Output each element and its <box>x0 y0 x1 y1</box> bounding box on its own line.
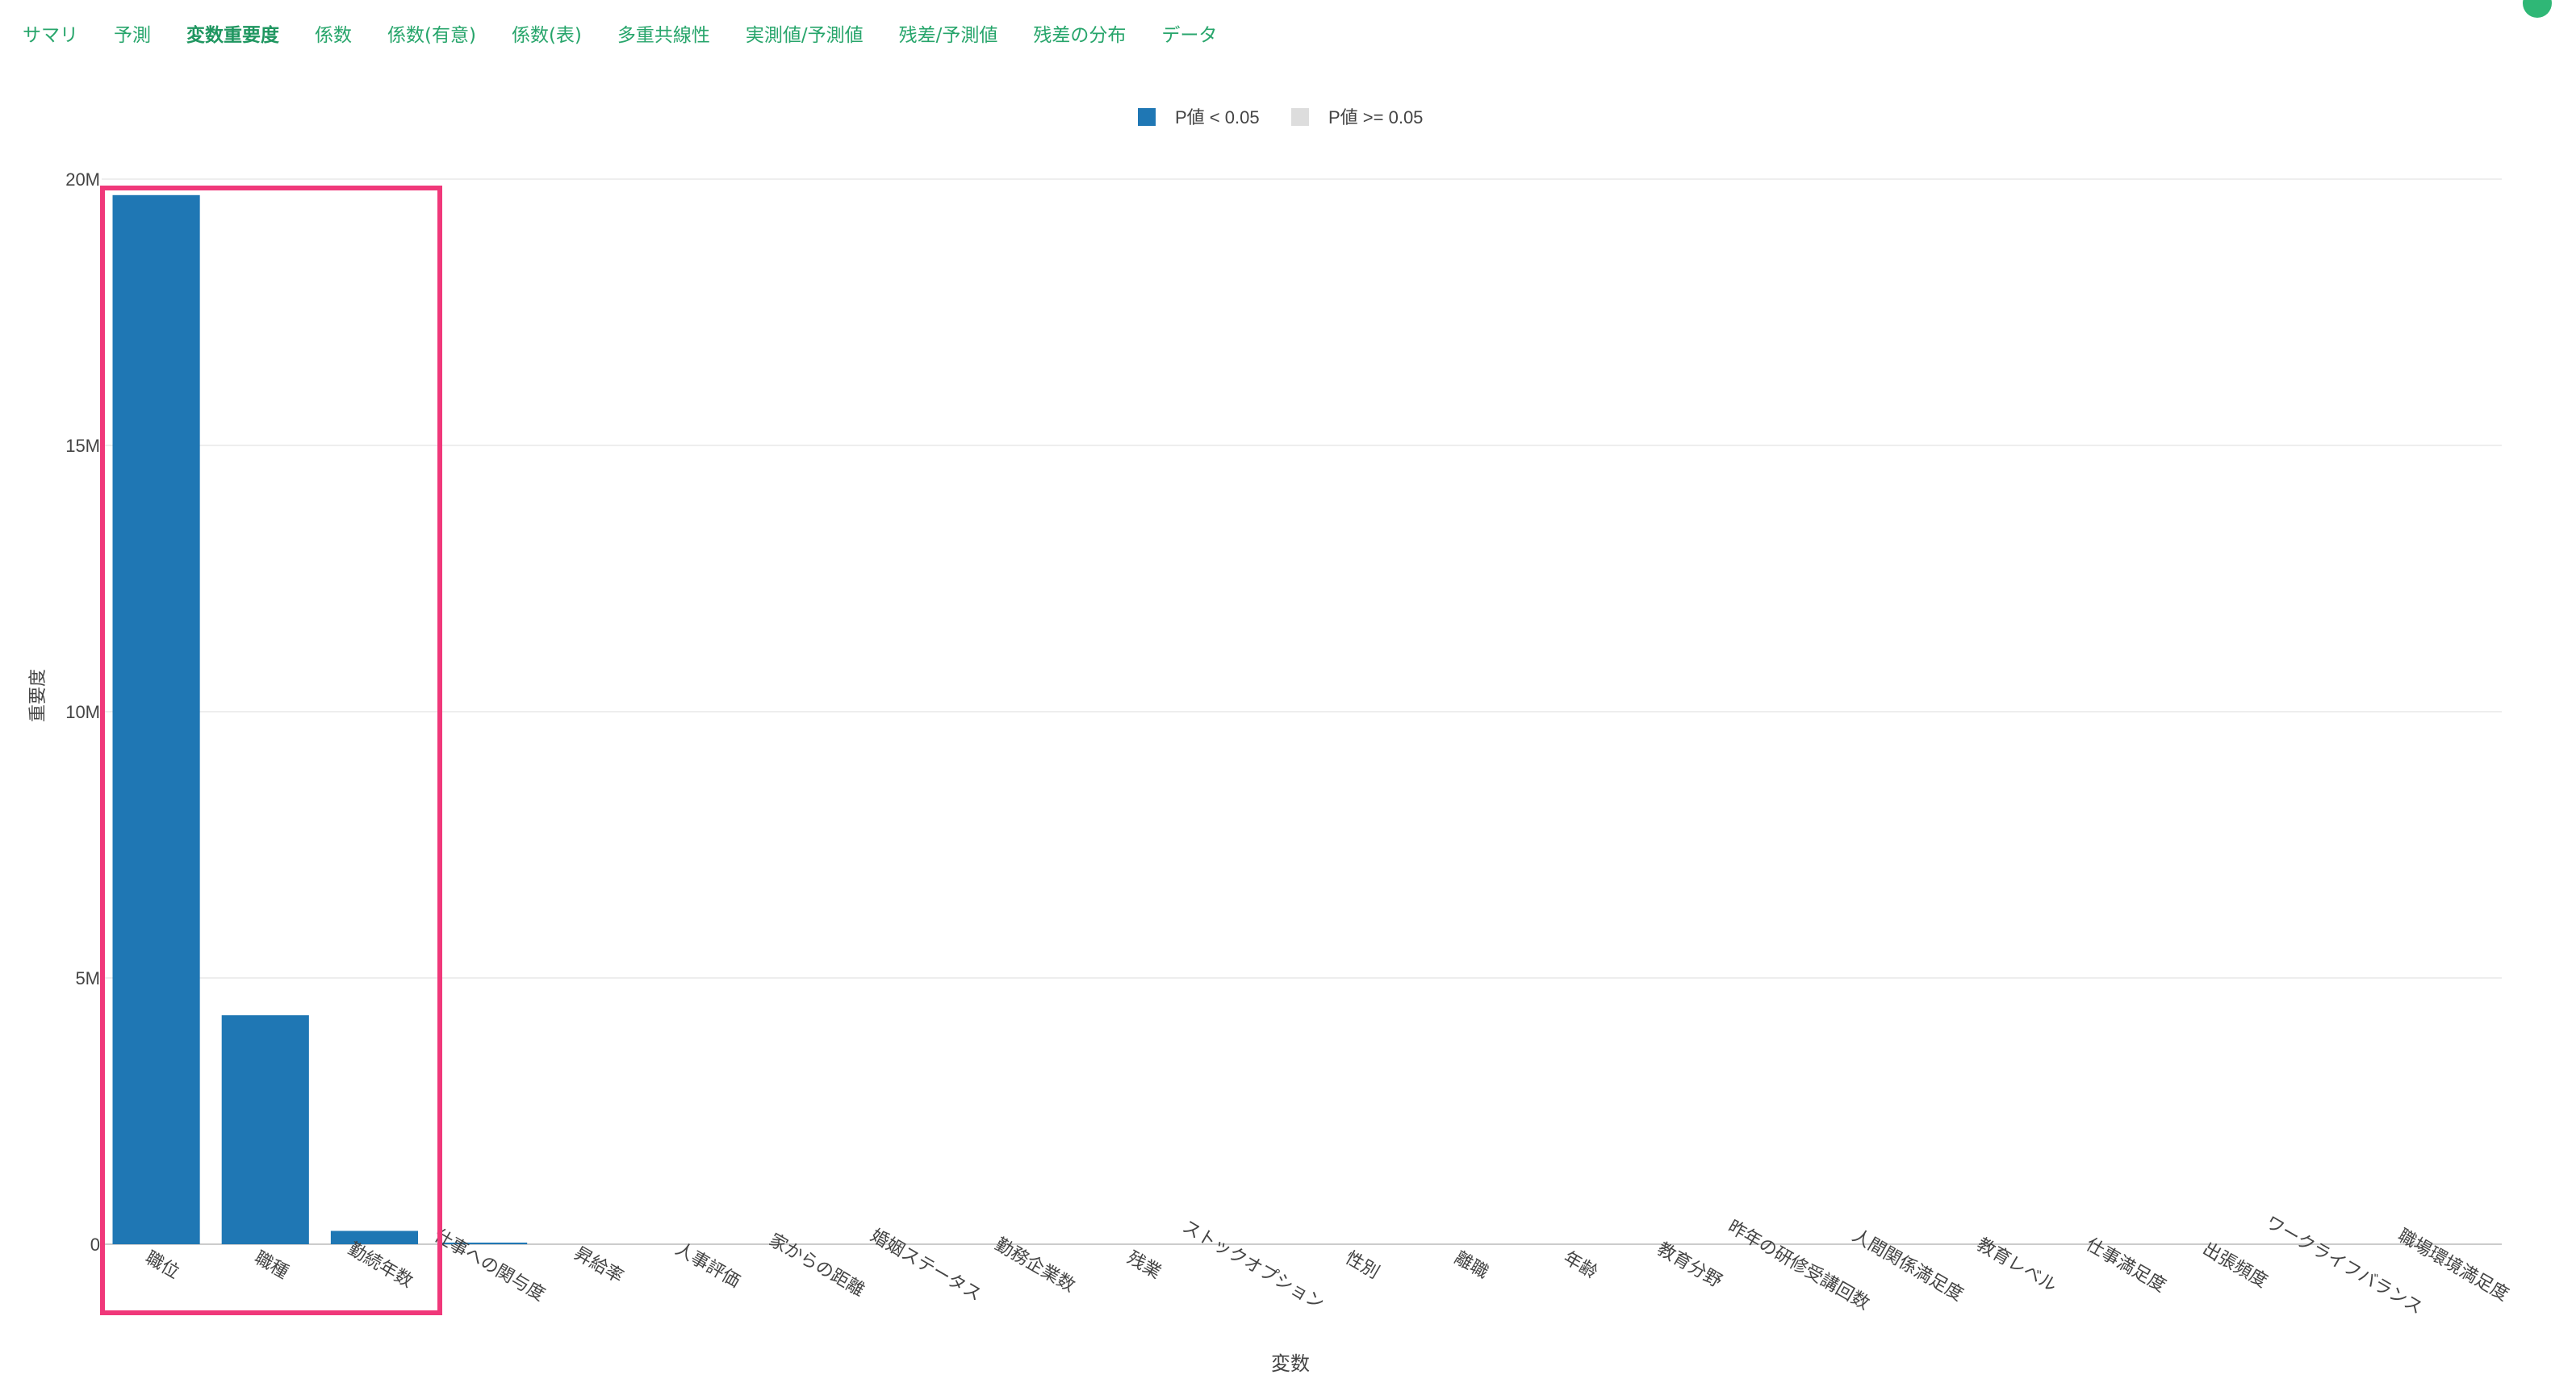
y-tick-label: 15M <box>65 436 100 456</box>
y-tick-label: 10M <box>65 702 100 722</box>
x-tick-label: ストックオプション <box>1179 1216 1328 1314</box>
x-tick-label: 仕事への関与度 <box>431 1225 549 1305</box>
y-tick-label: 20M <box>65 169 100 190</box>
bar-0 <box>112 194 200 1244</box>
x-tick-label: 教育レベル <box>1974 1234 2061 1296</box>
y-tick-label: 0 <box>90 1235 100 1255</box>
x-tick-label: 職種 <box>251 1247 292 1283</box>
x-axis-title: 変数 <box>1271 1353 1310 1375</box>
legend-swatch-0 <box>1138 108 1156 126</box>
x-tick-label: 家からの距離 <box>766 1230 868 1301</box>
y-tick-label: 5M <box>75 968 100 988</box>
x-tick-label: 性別 <box>1342 1247 1383 1283</box>
x-tick-label: 人事評価 <box>672 1239 744 1292</box>
y-axis-title: 重要度 <box>27 669 48 722</box>
x-tick-label: 婚姻ステータス <box>868 1225 985 1305</box>
x-tick-label: 昇給率 <box>571 1243 627 1287</box>
x-tick-label: 年齢 <box>1560 1247 1601 1283</box>
importance-bar-chart: 0 5M 10M 15M 20M 職位 職種 勤続年数 仕事への関与度 昇給率 人事評価 家からの距離… <box>27 107 2512 1375</box>
x-tick-label: 勤務企業数 <box>992 1234 1079 1296</box>
x-tick-label: 離職 <box>1451 1247 1492 1283</box>
x-tick-label: 昨年の研修受講回数 <box>1725 1216 1873 1314</box>
x-tick-label: 教育分野 <box>1654 1239 1726 1292</box>
legend-label-0: P値 < 0.05 <box>1175 107 1260 127</box>
legend-label-1: P値 >= 0.05 <box>1328 107 1423 127</box>
x-tick-label: 仕事満足度 <box>2083 1234 2170 1296</box>
x-tick-label: 出張頻度 <box>2199 1239 2271 1292</box>
x-tick-label: 残業 <box>1124 1247 1165 1283</box>
bar-1 <box>221 1015 309 1244</box>
legend-swatch-1 <box>1291 108 1309 126</box>
x-tick-label: 勤続年数 <box>345 1239 416 1292</box>
x-tick-label: 職位 <box>142 1247 183 1283</box>
bar-2 <box>330 1230 419 1244</box>
x-tick-label: ワークライフバランス <box>2263 1212 2427 1318</box>
